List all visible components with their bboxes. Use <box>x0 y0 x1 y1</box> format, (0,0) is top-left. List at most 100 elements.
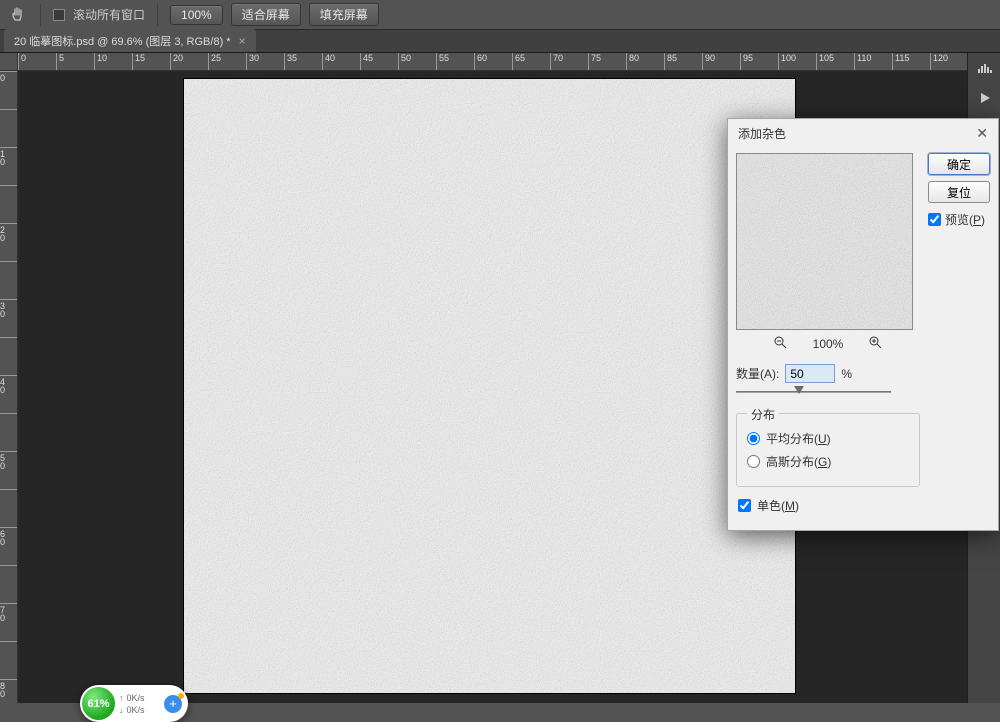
ruler-tick: 100 <box>778 53 796 71</box>
memory-usage-ball[interactable]: 61% <box>82 687 115 720</box>
ruler-tick: 20 <box>170 53 183 71</box>
scroll-all-label: 滚动所有窗口 <box>73 6 145 23</box>
ruler-tick: 40 <box>322 53 335 71</box>
ruler-tick: 85 <box>664 53 677 71</box>
ruler-tick <box>0 413 18 416</box>
close-icon[interactable]: ✕ <box>976 125 988 142</box>
ruler-tick: 80 <box>626 53 639 71</box>
ruler-tick: 80 <box>0 679 18 698</box>
ruler-tick: 25 <box>208 53 221 71</box>
ruler-tick <box>0 641 18 644</box>
upload-arrow-icon: ↑ <box>119 692 124 704</box>
uniform-radio[interactable] <box>747 432 760 445</box>
ruler-tick <box>0 565 18 568</box>
gaussian-radio[interactable] <box>747 455 760 468</box>
ruler-tick: 10 <box>94 53 107 71</box>
monochrome-check-row[interactable]: 单色(M) <box>738 497 988 514</box>
amount-input[interactable] <box>785 364 835 383</box>
fill-screen-button[interactable]: 填充屏幕 <box>309 3 379 26</box>
ruler-tick: 0 <box>18 53 26 71</box>
separator <box>157 4 158 26</box>
ok-button[interactable]: 确定 <box>928 153 990 175</box>
preview-check-row[interactable]: 预览(P) <box>928 211 990 228</box>
ruler-tick: 40 <box>0 375 18 394</box>
ruler-tick: 50 <box>398 53 411 71</box>
separator <box>40 4 41 26</box>
document-tabs: 20 临摹图标.psd @ 69.6% (图层 3, RGB/8) * × <box>0 30 1000 53</box>
add-noise-dialog: 添加杂色 ✕ 100% 数量(A): <box>727 118 999 531</box>
options-bar: 滚动所有窗口 100% 适合屏幕 填充屏幕 <box>0 0 1000 30</box>
ruler-tick <box>0 489 18 492</box>
zoom-100-button[interactable]: 100% <box>170 5 223 25</box>
ruler-tick: 70 <box>550 53 563 71</box>
download-speed: 0K/s <box>127 704 145 716</box>
amount-slider[interactable] <box>736 387 891 401</box>
download-arrow-icon: ↓ <box>119 704 124 716</box>
ruler-tick: 60 <box>474 53 487 71</box>
ruler-tick: 5 <box>56 53 64 71</box>
gaussian-label: 高斯分布(G) <box>766 453 831 470</box>
fit-screen-button[interactable]: 适合屏幕 <box>231 3 301 26</box>
ruler-tick <box>0 337 18 340</box>
reset-button[interactable]: 复位 <box>928 181 990 203</box>
network-widget[interactable]: 61% ↑0K/s ↓0K/s + <box>80 685 188 722</box>
upload-speed: 0K/s <box>127 692 145 704</box>
preview-checkbox[interactable] <box>928 213 941 226</box>
panel-icon-play[interactable] <box>968 83 1000 113</box>
distribution-legend: 分布 <box>747 406 779 423</box>
effect-preview[interactable] <box>736 153 913 330</box>
distribution-group: 分布 平均分布(U) 高斯分布(G) <box>736 413 920 487</box>
preview-zoom-label: 100% <box>813 337 844 351</box>
net-speeds: ↑0K/s ↓0K/s <box>119 692 160 716</box>
ruler-tick: 70 <box>0 603 18 622</box>
ruler-tick: 20 <box>0 223 18 242</box>
dialog-titlebar[interactable]: 添加杂色 ✕ <box>728 119 998 147</box>
amount-unit: % <box>841 367 852 381</box>
ruler-tick: 35 <box>284 53 297 71</box>
monochrome-label: 单色(M) <box>757 497 799 514</box>
ruler-tick: 30 <box>0 299 18 318</box>
ruler-tick: 65 <box>512 53 525 71</box>
ruler-tick: 0 <box>0 71 18 82</box>
ruler-tick <box>0 185 18 188</box>
uniform-radio-row[interactable]: 平均分布(U) <box>747 430 909 447</box>
zoom-in-icon[interactable] <box>869 336 882 352</box>
panel-icon-histogram[interactable] <box>968 53 1000 83</box>
dialog-title: 添加杂色 <box>738 125 786 142</box>
slider-thumb[interactable] <box>794 386 805 398</box>
close-tab-icon[interactable]: × <box>239 34 246 48</box>
ruler-tick: 15 <box>132 53 145 71</box>
ruler-tick: 95 <box>740 53 753 71</box>
ruler-tick: 10 <box>0 147 18 166</box>
gaussian-radio-row[interactable]: 高斯分布(G) <box>747 453 909 470</box>
ruler-tick: 30 <box>246 53 259 71</box>
ruler-corner <box>0 53 18 71</box>
amount-label: 数量(A): <box>736 365 779 382</box>
ruler-tick: 55 <box>436 53 449 71</box>
scroll-all-checkbox[interactable] <box>53 9 65 21</box>
ruler-tick: 60 <box>0 527 18 546</box>
hand-tool-icon <box>8 5 28 25</box>
preview-label: 预览(P) <box>945 211 985 228</box>
ruler-tick: 115 <box>892 53 909 71</box>
ruler-tick: 50 <box>0 451 18 470</box>
ruler-tick <box>0 109 18 112</box>
ruler-tick: 110 <box>854 53 871 71</box>
canvas-content <box>184 79 795 693</box>
preview-noise <box>737 154 913 330</box>
ruler-tick: 45 <box>360 53 373 71</box>
document-tab[interactable]: 20 临摹图标.psd @ 69.6% (图层 3, RGB/8) * × <box>4 29 256 52</box>
zoom-out-icon[interactable] <box>774 336 787 352</box>
ruler-horizontal[interactable]: 0 5 10 15 20 25 30 35 40 45 50 55 60 65 70 75 80 85 90 95 10… <box>18 53 967 71</box>
ruler-tick <box>0 261 18 264</box>
ruler-tick: 105 <box>816 53 834 71</box>
ruler-tick: 120 <box>930 53 948 71</box>
document-canvas[interactable] <box>184 79 795 693</box>
document-tab-title: 20 临摹图标.psd @ 69.6% (图层 3, RGB/8) * <box>14 33 231 49</box>
monochrome-checkbox[interactable] <box>738 499 751 512</box>
ruler-tick: 75 <box>588 53 601 71</box>
widget-add-button[interactable]: + <box>164 695 182 713</box>
ruler-tick: 90 <box>702 53 715 71</box>
ruler-vertical[interactable]: 0102030405060708090100 <box>0 71 18 703</box>
uniform-label: 平均分布(U) <box>766 430 831 447</box>
